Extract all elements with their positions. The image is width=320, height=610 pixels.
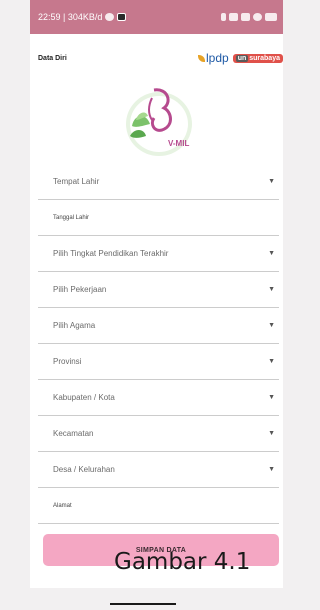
app-icon: [117, 13, 127, 21]
field-label: Pilih Tingkat Pendidikan Terakhir: [53, 249, 169, 258]
field-kecamatan[interactable]: Kecamatan ▼: [38, 416, 279, 452]
wifi-icon: [253, 13, 262, 21]
field-agama[interactable]: Pilih Agama ▼: [38, 308, 279, 344]
bottom-divider: [110, 603, 176, 605]
battery-icon: [265, 13, 277, 21]
field-alamat[interactable]: Alamat: [38, 488, 279, 524]
chevron-down-icon[interactable]: ▼: [268, 358, 275, 365]
chevron-down-icon[interactable]: ▼: [268, 322, 275, 329]
field-label: Tanggal Lahir: [53, 214, 90, 221]
app-header: Data Diri lpdp un surabaya: [30, 34, 283, 82]
field-provinsi[interactable]: Provinsi ▼: [38, 344, 279, 380]
field-label: Pilih Pekerjaan: [53, 285, 107, 294]
lpdp-leaf-icon: [198, 54, 205, 62]
field-label: Pilih Agama: [53, 321, 96, 330]
field-pekerjaan[interactable]: Pilih Pekerjaan ▼: [38, 272, 279, 308]
signal-icon: [241, 13, 250, 21]
status-bar: 22:59 | 304KB/d: [30, 0, 283, 34]
field-label: Kecamatan: [53, 429, 94, 438]
field-label: Kabupaten / Kota: [53, 393, 115, 402]
chevron-down-icon[interactable]: ▼: [268, 250, 275, 257]
field-kabupaten-kota[interactable]: Kabupaten / Kota ▼: [38, 380, 279, 416]
phone-screen: 22:59 | 304KB/d Data Diri lpdp un surabay…: [30, 0, 283, 588]
chevron-down-icon[interactable]: ▼: [268, 394, 275, 401]
figure-caption: Gambar 4.1: [114, 549, 251, 575]
field-tempat-lahir[interactable]: Tempat Lahir ▼: [38, 164, 279, 200]
signal-icon: [229, 13, 238, 21]
chevron-down-icon[interactable]: ▼: [268, 286, 275, 293]
field-label: Alamat: [53, 502, 72, 509]
field-tanggal-lahir[interactable]: Tanggal Lahir: [38, 200, 279, 236]
page-title: Data Diri: [38, 54, 67, 62]
settings-icon: [105, 13, 115, 21]
bluetooth-icon: [221, 13, 226, 21]
field-label: Provinsi: [53, 357, 82, 366]
field-label: Tempat Lahir: [53, 177, 100, 186]
field-desa-kelurahan[interactable]: Desa / Kelurahan ▼: [38, 452, 279, 488]
field-label: Desa / Kelurahan: [53, 465, 115, 474]
sponsor-logos: lpdp un surabaya: [198, 51, 283, 65]
unesa-logo: un surabaya: [232, 53, 283, 63]
status-time: 22:59 | 304KB/d: [38, 12, 103, 22]
chevron-down-icon[interactable]: ▼: [268, 430, 275, 437]
app-logo: V-MIL: [30, 76, 283, 164]
vmil-logo-icon: V-MIL: [125, 88, 192, 156]
lpdp-logo: lpdp: [198, 51, 229, 65]
chevron-down-icon[interactable]: ▼: [268, 466, 275, 473]
personal-data-form: Tempat Lahir ▼ Tanggal Lahir Pilih Tingk…: [30, 164, 283, 524]
svg-text:V-MIL: V-MIL: [168, 139, 189, 148]
field-pendidikan[interactable]: Pilih Tingkat Pendidikan Terakhir ▼: [38, 236, 279, 272]
chevron-down-icon[interactable]: ▼: [268, 178, 275, 185]
